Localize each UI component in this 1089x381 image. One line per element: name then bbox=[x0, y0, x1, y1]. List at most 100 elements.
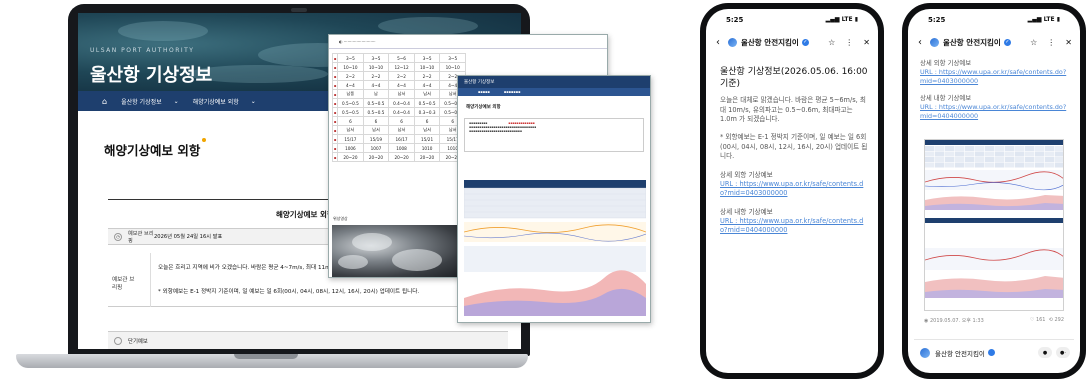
table-cell: 5~6 bbox=[388, 53, 415, 63]
thumbnail-cell bbox=[925, 157, 935, 162]
post-date: ◉ 2019.05.07. 오후 1:33 bbox=[924, 318, 984, 324]
brand-title[interactable]: 울산항 기상정보 bbox=[90, 61, 212, 87]
thumbnail-cell bbox=[1055, 151, 1063, 157]
inner-forecast-label: 상세 내항 기상예보 bbox=[720, 207, 773, 216]
thumbnail-cell bbox=[1055, 146, 1063, 151]
thumbnail-cell bbox=[995, 151, 1005, 157]
thumbnail-cell bbox=[975, 146, 985, 151]
thumbnail-cell bbox=[1005, 151, 1015, 157]
table-cell: 12~12 bbox=[388, 62, 415, 72]
table-cell: 남서 bbox=[362, 125, 390, 135]
more-button[interactable]: ●· bbox=[1056, 347, 1070, 358]
table-cell: 3~5 bbox=[362, 53, 390, 63]
message-paragraph: 오늘은 대체로 맑겠습니다. 바람은 평균 5~6m/s, 최대 10m/s, … bbox=[720, 96, 866, 124]
close-icon[interactable]: ✕ bbox=[1065, 38, 1072, 47]
table-cell: 20~20 bbox=[388, 152, 415, 162]
table-row: ▪ 4~4 4~4 4~4 4~4 4~4 bbox=[331, 80, 466, 90]
thumbnail-cell bbox=[1005, 146, 1015, 151]
message-headline: 울산항 기상정보(2026.05.06. 16:00 기준) bbox=[720, 67, 868, 89]
phone-1: 5:25 ▂▄▆ LTE ▮ ‹ 울산항 안전지킴이 ✓ ☆ ⋮ ✕ 울산항 기… bbox=[700, 3, 884, 379]
table-cell: 15/19 bbox=[362, 134, 390, 144]
table-cell: 0.5~0.5 bbox=[337, 107, 364, 117]
chevron-down-icon: ⌄ bbox=[250, 97, 256, 105]
table-row: ▪ 0.5~0.5 0.5~0.5 0.4~0.4 0.5~0.5 0.5~0.5 bbox=[331, 98, 466, 108]
channel-logo-icon bbox=[930, 37, 939, 47]
back-arrow-icon[interactable]: ‹ bbox=[716, 37, 720, 48]
nav-crumb-2-label: 해양기상예보 외항 bbox=[192, 98, 239, 106]
table-cell: 남서 bbox=[337, 125, 364, 135]
thumbnail-cell bbox=[1025, 157, 1035, 162]
table-row: ▪ 2~2 2~2 2~2 2~2 2~2 bbox=[331, 71, 466, 81]
table-cell: 10~10 bbox=[413, 62, 441, 72]
forecast-thumbnail[interactable] bbox=[924, 139, 1064, 311]
table-row: ▪ 6 6 6 6 6 bbox=[331, 116, 466, 126]
table-row: ▪ 20~20 20~20 20~20 20~20 20~20 bbox=[331, 152, 466, 162]
thumbnail-cell bbox=[925, 151, 935, 157]
thumbnail-cell bbox=[925, 146, 935, 151]
post-reactions[interactable]: ♡ 161 ⟲ 292 bbox=[1030, 317, 1064, 324]
issued-value: 2026년 05월 24일 16시 발표 bbox=[154, 234, 223, 240]
phone-1-screen: 5:25 ▂▄▆ LTE ▮ ‹ 울산항 안전지킴이 ✓ ☆ ⋮ ✕ 울산항 기… bbox=[706, 9, 878, 373]
thumbnail-cell bbox=[1055, 162, 1063, 168]
page-title-text: 해양기상예보 외항 bbox=[104, 143, 201, 158]
thumbnail-cell bbox=[985, 162, 995, 168]
star-icon[interactable]: ☆ bbox=[1030, 38, 1037, 47]
chat-icon[interactable]: ● bbox=[1038, 347, 1052, 358]
more-icon[interactable]: ⋮ bbox=[1047, 38, 1055, 47]
footer-channel-name[interactable]: 울산항 안전지킴이 bbox=[935, 348, 985, 358]
table-cell: 남서 bbox=[413, 125, 441, 135]
short-forecast-row[interactable]: 단기예보 bbox=[108, 331, 508, 349]
nav-crumb-2[interactable]: 해양기상예보 외항 ⌄ bbox=[193, 97, 256, 106]
phone-2: 5:25 ▂▄▆ LTE ▮ ‹ 울산항 안전지킴이 ✓ ☆ ⋮ ✕ 상세 외항… bbox=[902, 3, 1086, 379]
status-time: 5:25 bbox=[928, 16, 946, 24]
table-cell: 남서 bbox=[388, 89, 415, 99]
table-cell: 3~5 bbox=[413, 53, 441, 63]
channel-name[interactable]: 울산항 안전지킴이 bbox=[741, 37, 799, 48]
short-forecast-label: 단기예보 bbox=[128, 338, 148, 345]
thumbnail-cell bbox=[975, 157, 985, 162]
thumbnail-cell bbox=[1025, 151, 1035, 157]
table-cell: 남서 bbox=[388, 125, 415, 135]
camera bbox=[291, 8, 307, 12]
chat-app-bar: ‹ 울산항 안전지킴이 ✓ ☆ ⋮ ✕ bbox=[706, 31, 878, 53]
table-row: ▪ 15/17 15/19 16/17 15/21 15/17 bbox=[331, 134, 466, 144]
channel-name[interactable]: 울산항 안전지킴이 bbox=[943, 37, 1001, 48]
chat-app-bar: ‹ 울산항 안전지킴이 ✓ ☆ ⋮ ✕ bbox=[908, 31, 1080, 53]
thumbnail-cell bbox=[985, 151, 995, 157]
table-cell: 0.5~0.5 bbox=[413, 98, 441, 108]
back-arrow-icon[interactable]: ‹ bbox=[918, 37, 922, 48]
table-cell: 4~4 bbox=[362, 80, 390, 90]
channel-footer: 울산항 안전지킴이 ● ●· bbox=[914, 339, 1074, 365]
nav-crumb-1[interactable]: 울산항 기상정보 ⌄ bbox=[121, 97, 179, 106]
inner-forecast-link[interactable]: URL : https://www.upa.or.kr/safe/content… bbox=[920, 103, 1066, 120]
laptop-notch bbox=[234, 354, 298, 359]
clock-icon: ◷ bbox=[114, 232, 122, 241]
inner-forecast-link[interactable]: URL : https://www.upa.or.kr/safe/content… bbox=[720, 217, 863, 234]
thumbnail-cell bbox=[955, 157, 965, 162]
thumbnail-cell bbox=[1045, 162, 1055, 168]
thumbnail-cell bbox=[945, 162, 955, 168]
verified-icon: ✓ bbox=[801, 38, 809, 46]
close-icon[interactable]: ✕ bbox=[863, 38, 870, 47]
table-row: ▪ 남서 남서 남서 남서 남서 bbox=[331, 125, 466, 135]
page-title: 해양기상예보 외항 bbox=[104, 138, 207, 159]
verified-icon: ✓ bbox=[1003, 38, 1011, 46]
star-icon[interactable]: ☆ bbox=[828, 38, 835, 47]
outer-forecast-link[interactable]: URL : https://www.upa.or.kr/safe/content… bbox=[920, 68, 1066, 85]
table-cell: 0.4~0.4 bbox=[388, 98, 415, 108]
doc-header: ◐ ························· bbox=[329, 35, 607, 49]
home-icon[interactable]: ⌂ bbox=[102, 97, 107, 106]
thumbnail-cell bbox=[935, 157, 945, 162]
thumbnail-cell bbox=[945, 146, 955, 151]
signal-indicator: ▂▄▆ LTE ▮ bbox=[825, 16, 858, 23]
outer-forecast-link[interactable]: URL : https://www.upa.or.kr/safe/content… bbox=[720, 180, 863, 197]
thumbnail-cell bbox=[995, 146, 1005, 151]
thumbnail-cell bbox=[1025, 146, 1035, 151]
nav-crumb-1-label: 울산항 기상정보 bbox=[121, 98, 162, 106]
verified-icon bbox=[987, 349, 995, 356]
briefing-text: 오늘은 흐리고 지역에 비가 오겠습니다. 바람은 평균 4~7m/s, 최대 … bbox=[158, 265, 355, 271]
table-cell: 15/21 bbox=[413, 134, 441, 144]
table-cell: 4~4 bbox=[337, 80, 364, 90]
more-icon[interactable]: ⋮ bbox=[845, 38, 853, 47]
status-bar: 5:25 ▂▄▆ LTE ▮ bbox=[908, 9, 1080, 29]
